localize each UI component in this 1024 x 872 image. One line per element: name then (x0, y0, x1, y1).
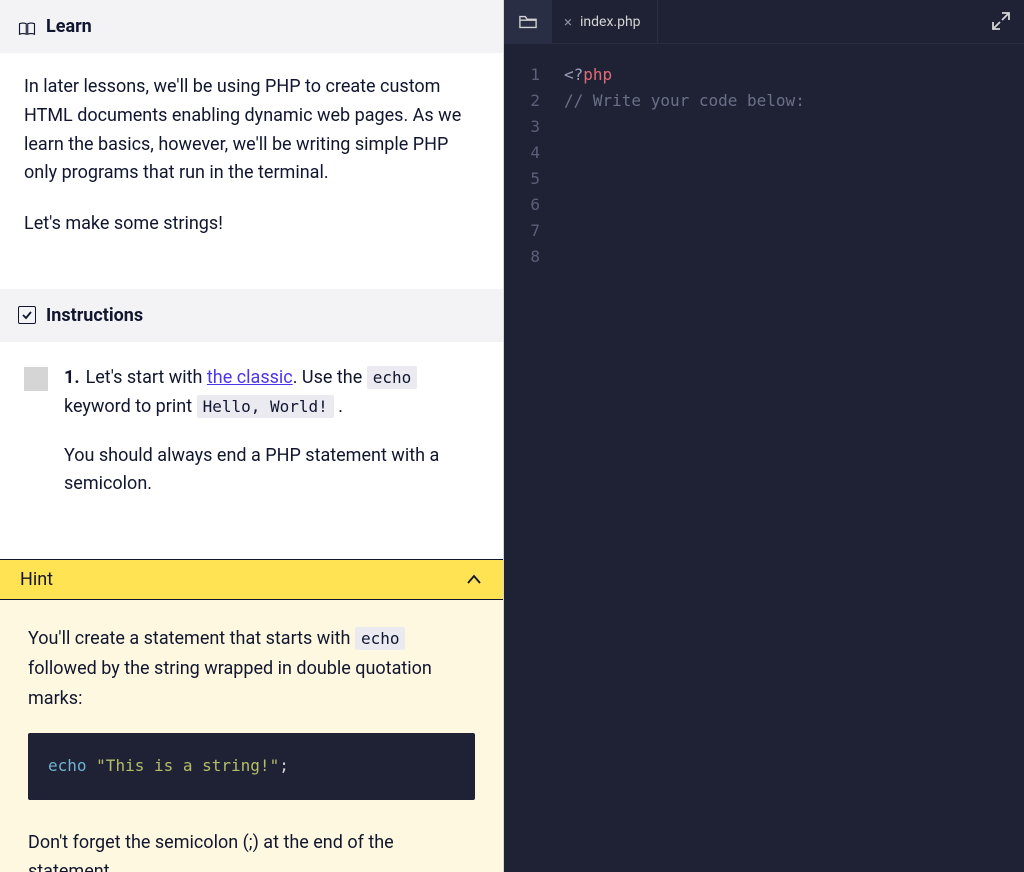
lesson-panel: Learn In later lessons, we'll be using P… (0, 0, 504, 872)
instruction-step: 1.Let's start with the classic. Use the … (24, 364, 479, 519)
inline-code: echo (355, 627, 406, 650)
lesson-paragraph: Let's make some strings! (24, 210, 479, 239)
editor-tabbar: × index.php (504, 0, 1024, 44)
close-icon[interactable]: × (564, 13, 572, 31)
the-classic-link[interactable]: the classic (207, 367, 293, 388)
learn-title: Learn (46, 16, 92, 37)
folder-button[interactable] (504, 0, 552, 43)
code-block: echo "This is a string!"; (28, 733, 475, 799)
instructions-header: Instructions (0, 289, 503, 342)
step-number: 1. (64, 367, 80, 388)
inline-code: echo (367, 366, 418, 389)
lesson-paragraph: In later lessons, we'll be using PHP to … (24, 73, 479, 188)
code-editor-panel: × index.php 1 2 3 4 5 6 7 8 <?php // Wri… (504, 0, 1024, 872)
hint-paragraph: You'll create a statement that starts wi… (28, 624, 475, 713)
lesson-body: In later lessons, we'll be using PHP to … (0, 53, 503, 289)
instruction-text: 1.Let's start with the classic. Use the … (64, 364, 479, 422)
inline-code: Hello, World! (197, 395, 334, 418)
learn-header: Learn (0, 0, 503, 53)
step-checkbox[interactable] (24, 367, 48, 391)
editor-tab[interactable]: × index.php (552, 0, 658, 43)
chevron-up-icon (465, 571, 483, 589)
instructions-title: Instructions (46, 305, 143, 326)
expand-button[interactable] (990, 10, 1012, 32)
code-content[interactable]: <?php // Write your code below: (552, 62, 1024, 872)
book-icon (18, 20, 36, 34)
tab-filename: index.php (580, 14, 641, 30)
hint-toggle[interactable]: Hint (0, 559, 503, 600)
instructions-body: 1.Let's start with the classic. Use the … (0, 342, 503, 559)
instruction-text: You should always end a PHP statement wi… (64, 442, 479, 500)
line-gutter: 1 2 3 4 5 6 7 8 (504, 62, 552, 872)
code-editor[interactable]: 1 2 3 4 5 6 7 8 <?php // Write your code… (504, 44, 1024, 872)
hint-title: Hint (20, 569, 53, 590)
checkbox-icon (18, 306, 36, 324)
hint-body: You'll create a statement that starts wi… (0, 600, 503, 872)
hint-paragraph: Don't forget the semicolon (;) at the en… (28, 828, 475, 872)
